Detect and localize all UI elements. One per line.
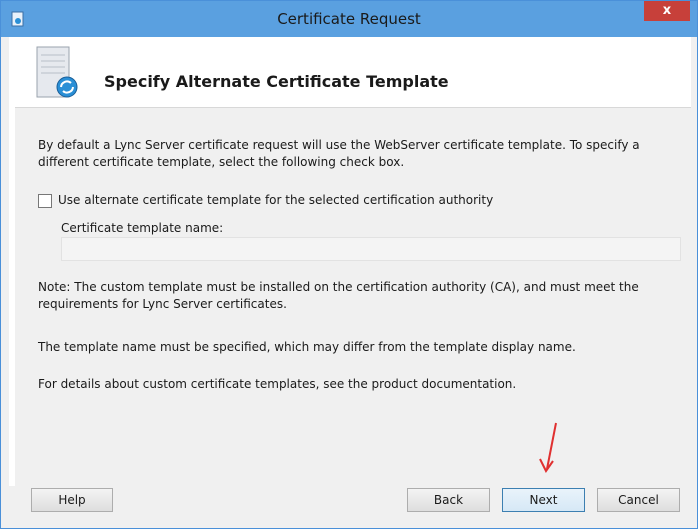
intro-text: By default a Lync Server certificate req…	[38, 138, 640, 169]
alternate-template-checkbox[interactable]	[38, 194, 52, 208]
details-note: For details about custom certificate tem…	[38, 377, 517, 391]
close-button[interactable]: x	[644, 1, 690, 21]
help-button[interactable]: Help	[31, 488, 113, 512]
window-title: Certificate Request	[277, 10, 421, 28]
page-title: Specify Alternate Certificate Template	[104, 72, 449, 91]
title-bar: Certificate Request x	[1, 1, 697, 37]
alternate-template-checkbox-label[interactable]: Use alternate certificate template for t…	[58, 193, 493, 207]
wizard-header: Specify Alternate Certificate Template	[9, 37, 691, 108]
template-name-label: Certificate template name:	[61, 221, 224, 235]
next-button[interactable]: Next	[502, 488, 585, 512]
certificate-request-window: Certificate Request x Specify Alternate …	[0, 0, 698, 529]
template-name-note: The template name must be specified, whi…	[38, 340, 576, 354]
template-name-input[interactable]	[61, 237, 681, 261]
note-text: Note: The custom template must be instal…	[38, 280, 639, 311]
back-button[interactable]: Back	[407, 488, 490, 512]
red-arrow-icon	[539, 422, 557, 473]
wizard-content: By default a Lync Server certificate req…	[23, 119, 683, 451]
cancel-button[interactable]: Cancel	[597, 488, 680, 512]
server-wizard-icon	[36, 46, 78, 98]
left-panel-strip	[9, 107, 15, 486]
